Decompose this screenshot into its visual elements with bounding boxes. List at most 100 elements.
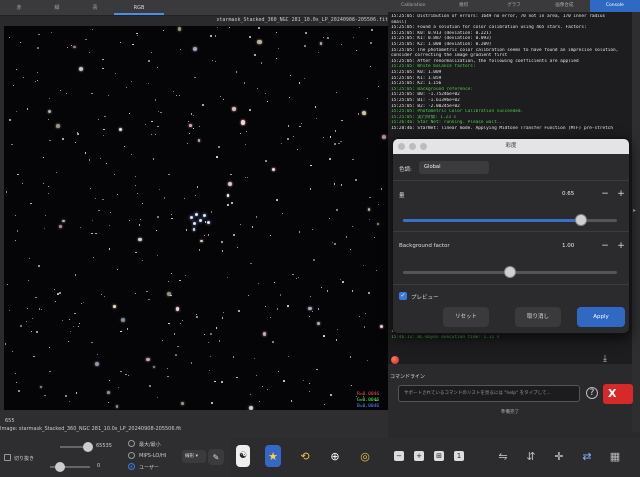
- max-value[interactable]: 65535: [96, 443, 112, 449]
- star-point: [68, 318, 70, 320]
- star-point: [37, 47, 39, 49]
- star-point: [188, 121, 190, 123]
- amount-value[interactable]: 0.65: [559, 191, 597, 197]
- min-slider[interactable]: [50, 462, 90, 472]
- tab-compose[interactable]: 画像合成: [539, 0, 589, 12]
- star-point: [95, 232, 97, 234]
- tab-calibration[interactable]: Calibration: [388, 0, 438, 12]
- tab-blue[interactable]: 青: [76, 0, 114, 15]
- amount-minus-button[interactable]: −: [597, 189, 613, 199]
- star-point: [333, 143, 336, 145]
- panel-collapse-icon[interactable]: ▸: [633, 207, 636, 214]
- tab-geometry[interactable]: 幾何: [438, 0, 488, 12]
- star-point: [366, 359, 368, 362]
- star-point: [221, 317, 224, 319]
- stop-button[interactable]: [391, 356, 399, 364]
- star-point: [281, 142, 283, 144]
- bg-minus-button[interactable]: −: [597, 241, 613, 251]
- cancel-button[interactable]: 取り消し: [515, 307, 561, 327]
- radio-mips[interactable]: [128, 452, 135, 459]
- globe-icon[interactable]: ⊕: [324, 445, 346, 467]
- zoom-out-icon[interactable]: −: [394, 451, 404, 461]
- amount-slider-knob[interactable]: [574, 214, 587, 226]
- dialog-titlebar[interactable]: 彩度: [393, 139, 629, 154]
- tab-console[interactable]: Console: [589, 0, 640, 12]
- star-point: [170, 272, 172, 274]
- star-point: [230, 173, 232, 176]
- zoom-one-icon[interactable]: 1: [454, 451, 464, 461]
- star-point: [203, 214, 206, 217]
- flip-vertical-icon[interactable]: ⇵: [520, 445, 542, 467]
- tab-green[interactable]: 緑: [38, 0, 76, 15]
- negative-view-icon[interactable]: ☯: [236, 445, 250, 467]
- download-icon[interactable]: ⤓: [603, 354, 607, 364]
- star-point: [38, 33, 40, 36]
- target-icon[interactable]: ◎: [354, 445, 376, 467]
- radio-user[interactable]: [128, 463, 135, 470]
- star-point: [352, 158, 354, 161]
- image-canvas[interactable]: R=0.0046 G=0.0046 B=0.0046: [4, 26, 388, 410]
- max-slider-knob[interactable]: [83, 442, 93, 452]
- bg-plus-button[interactable]: +: [613, 241, 629, 251]
- crop-checkbox[interactable]: [4, 454, 11, 461]
- radio-minmax[interactable]: [128, 440, 135, 447]
- star-point: [149, 385, 151, 388]
- display-mode-select[interactable]: 線形 ▾: [182, 450, 206, 463]
- star-point: [126, 328, 129, 330]
- bg-factor-slider[interactable]: [403, 266, 617, 278]
- zoom-in-icon[interactable]: +: [414, 451, 424, 461]
- close-command-button[interactable]: X: [603, 384, 633, 404]
- tab-red[interactable]: 赤: [0, 0, 38, 15]
- star-point: [15, 372, 17, 374]
- flip-horizontal-icon[interactable]: ⇋: [492, 445, 514, 467]
- star-point: [376, 222, 379, 225]
- close-dot-icon[interactable]: [398, 143, 405, 150]
- preview-checkbox[interactable]: ✓: [399, 292, 407, 300]
- star-point: [17, 173, 19, 176]
- star-point: [340, 43, 342, 45]
- min-slider-knob[interactable]: [55, 462, 65, 472]
- zoom-fit-icon[interactable]: ⊞: [434, 451, 444, 461]
- grid-icon[interactable]: ▦: [604, 445, 626, 467]
- star-icon[interactable]: ★: [265, 445, 281, 467]
- star-point: [134, 184, 136, 186]
- star-point: [49, 370, 51, 373]
- amount-spinner[interactable]: 0.65 − +: [559, 186, 629, 201]
- star-point: [22, 182, 23, 184]
- color-picker-icon[interactable]: ✎: [208, 449, 224, 465]
- apply-button[interactable]: Apply: [577, 307, 625, 327]
- star-point: [13, 84, 15, 86]
- star-point: [185, 275, 186, 277]
- star-point: [341, 120, 343, 122]
- crosshair-icon[interactable]: ✛: [548, 445, 570, 467]
- rotate-icon[interactable]: ⟲: [294, 445, 316, 467]
- reset-button[interactable]: リセット: [443, 307, 489, 327]
- star-point: [139, 218, 142, 221]
- bg-factor-spinner[interactable]: 1.00 − +: [559, 238, 629, 253]
- star-point: [48, 185, 50, 187]
- zoom-dot-icon[interactable]: [420, 143, 427, 150]
- star-point: [311, 229, 313, 230]
- star-point: [315, 118, 317, 120]
- bg-factor-value[interactable]: 1.00: [559, 243, 597, 249]
- star-point: [299, 125, 301, 128]
- star-point: [148, 298, 150, 301]
- help-icon[interactable]: ?: [586, 387, 598, 399]
- star-point: [287, 125, 290, 127]
- hue-select[interactable]: Global: [419, 161, 489, 174]
- min-value[interactable]: 0: [97, 463, 100, 469]
- amount-slider[interactable]: [403, 214, 617, 226]
- star-point: [190, 216, 193, 219]
- star-point: [29, 257, 31, 259]
- star-point: [309, 188, 312, 190]
- star-point: [335, 338, 338, 341]
- bg-slider-knob[interactable]: [504, 266, 516, 278]
- amount-plus-button[interactable]: +: [613, 189, 629, 199]
- max-slider[interactable]: [60, 442, 93, 452]
- console-scrollbar[interactable]: [632, 12, 640, 432]
- tab-rgb[interactable]: RGB: [114, 0, 164, 15]
- minimize-dot-icon[interactable]: [409, 143, 416, 150]
- tab-graph[interactable]: グラフ: [489, 0, 539, 12]
- command-input[interactable]: サポートされているコマンドのリストを見るには "help" をタイプして...: [398, 385, 580, 402]
- rgb-align-icon[interactable]: ⇄: [576, 445, 598, 467]
